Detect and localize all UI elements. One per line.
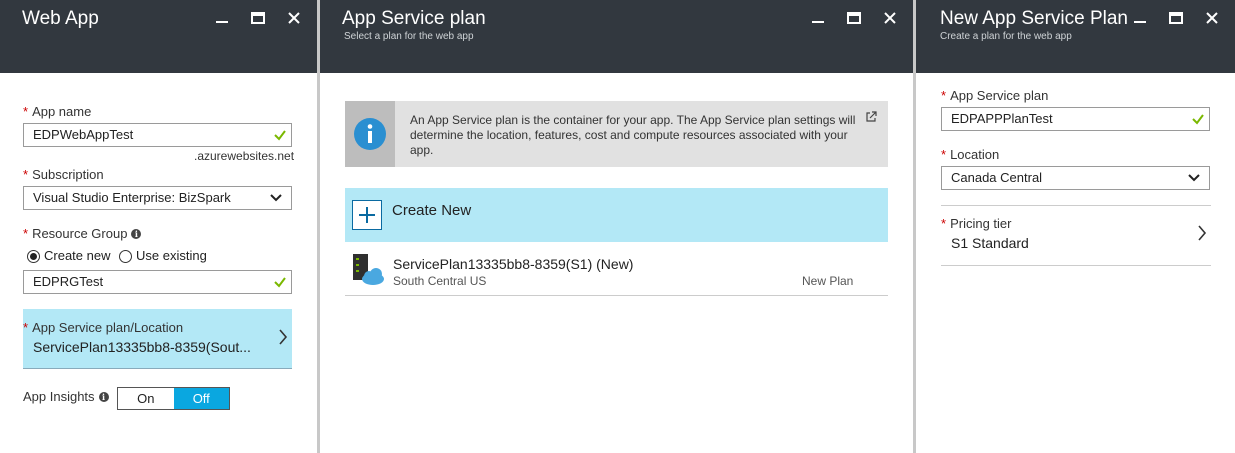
window-controls xyxy=(1129,8,1223,28)
info-banner: An App Service plan is the container for… xyxy=(345,101,888,167)
server-cloud-icon xyxy=(353,254,384,285)
divider xyxy=(941,265,1211,266)
plan-name-input[interactable]: EDPAPPPlanTest xyxy=(941,107,1210,131)
create-new-plan-button[interactable]: Create New xyxy=(345,188,888,242)
pricing-tier-label: * Pricing tier xyxy=(941,216,1012,231)
blade-title: App Service plan xyxy=(342,8,486,29)
radio-create-new[interactable]: Create new xyxy=(27,248,110,264)
app-service-plan-location-selector[interactable]: * App Service plan/Location ServicePlan13… xyxy=(23,309,292,369)
blade-header: New App Service Plan Create a plan for t… xyxy=(916,0,1235,73)
blade-subtitle: Create a plan for the web app xyxy=(940,31,1072,42)
plan-name: ServicePlan13335bb8-8359(S1) (New) xyxy=(393,256,634,272)
create-new-label: Create New xyxy=(392,202,472,219)
location-select[interactable]: Canada Central xyxy=(941,166,1210,190)
plan-name-label: * App Service plan xyxy=(941,88,1049,103)
check-icon xyxy=(274,130,286,141)
radio-button xyxy=(119,250,132,264)
resource-group-input[interactable]: EDPRGTest xyxy=(23,270,292,294)
new-app-service-plan-blade: New App Service Plan Create a plan for t… xyxy=(916,0,1235,453)
pricing-tier-value: S1 Standard xyxy=(951,235,1029,251)
minimize-icon[interactable] xyxy=(211,8,233,28)
blade-header: App Service plan Select a plan for the w… xyxy=(320,0,913,73)
subscription-select[interactable]: Visual Studio Enterprise: BizSpark xyxy=(23,186,292,210)
app-insights-label: App Insights i xyxy=(23,389,109,404)
blade-subtitle: Select a plan for the web app xyxy=(344,31,474,42)
plan-region: South Central US xyxy=(393,274,487,288)
maximize-icon[interactable] xyxy=(247,8,269,28)
close-icon[interactable] xyxy=(283,8,305,28)
info-icon xyxy=(354,118,386,150)
close-icon[interactable] xyxy=(879,8,901,28)
plan-location-value: ServicePlan13335bb8-8359(Sout... xyxy=(33,339,251,355)
service-plan-row[interactable]: ServicePlan13335bb8-8359(S1) (New) South… xyxy=(345,244,888,296)
pricing-tier-selector[interactable]: * Pricing tier S1 Standard xyxy=(941,206,1211,265)
info-text: An App Service plan is the container for… xyxy=(410,113,856,157)
toggle-on-option[interactable]: On xyxy=(118,388,174,409)
blade-header: Web App xyxy=(0,0,317,73)
app-name-input[interactable]: EDPWebAppTest xyxy=(23,123,292,147)
chevron-right-icon xyxy=(1198,225,1207,241)
location-label: * Location xyxy=(941,147,1000,162)
info-icon[interactable]: i xyxy=(98,391,109,402)
check-icon xyxy=(1192,114,1204,125)
check-icon xyxy=(274,277,286,288)
app-name-label: * App name xyxy=(23,104,92,119)
resource-group-label: * Resource Group i xyxy=(23,226,142,241)
app-insights-toggle[interactable]: On Off xyxy=(117,387,230,410)
maximize-icon[interactable] xyxy=(843,8,865,28)
info-icon[interactable]: i xyxy=(131,228,142,239)
plan-location-label: * App Service plan/Location xyxy=(23,320,184,335)
chevron-down-icon xyxy=(1188,174,1200,182)
window-controls xyxy=(211,8,305,28)
plan-badge: New Plan xyxy=(802,274,854,288)
window-controls xyxy=(807,8,901,28)
plus-icon xyxy=(352,200,382,230)
close-icon[interactable] xyxy=(1201,8,1223,28)
subscription-label: * Subscription xyxy=(23,167,104,182)
external-link-icon[interactable] xyxy=(865,111,877,123)
maximize-icon[interactable] xyxy=(1165,8,1187,28)
web-app-blade: Web App * App name EDPWebAppTest .azurewe… xyxy=(0,0,320,453)
toggle-off-option[interactable]: Off xyxy=(173,388,229,409)
domain-suffix: .azurewebsites.net xyxy=(194,149,295,163)
blade-title: New App Service Plan xyxy=(940,8,1128,29)
minimize-icon[interactable] xyxy=(1129,8,1151,28)
chevron-down-icon xyxy=(270,194,282,202)
chevron-right-icon xyxy=(279,329,288,345)
minimize-icon[interactable] xyxy=(807,8,829,28)
radio-button-selected xyxy=(27,250,40,264)
blade-title: Web App xyxy=(22,8,99,29)
info-icon-area xyxy=(345,101,395,167)
radio-use-existing[interactable]: Use existing xyxy=(119,248,207,264)
